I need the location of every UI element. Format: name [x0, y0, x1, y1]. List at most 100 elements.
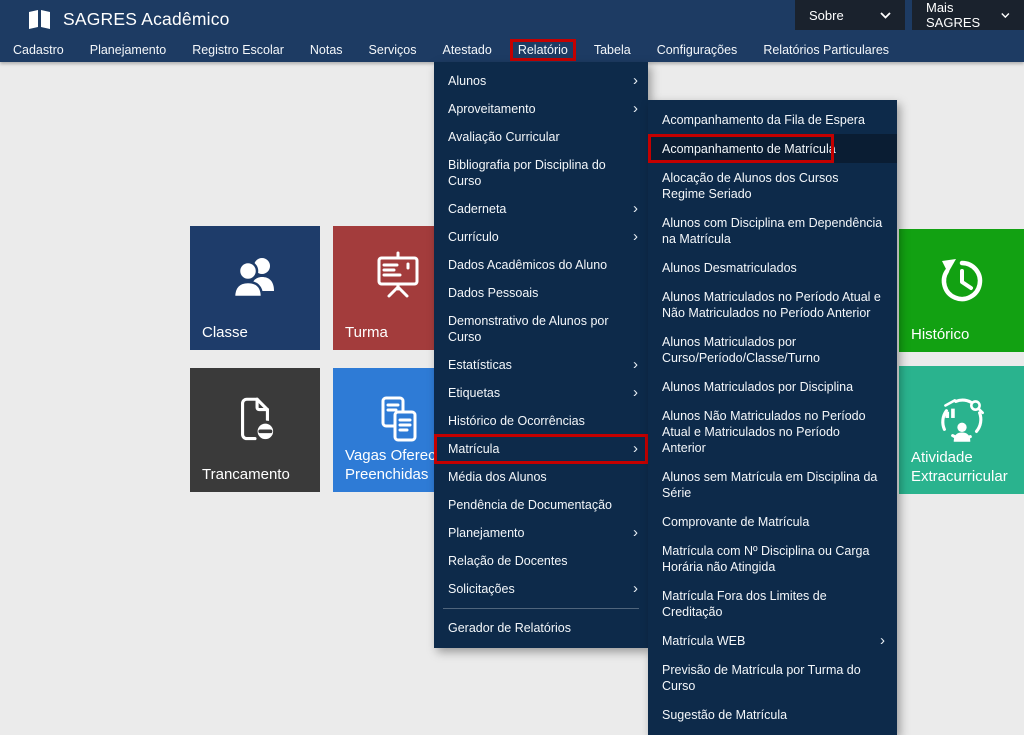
menu-item-label: Alunos Matriculados por Curso/Período/Cl…: [662, 334, 885, 366]
submenu-item-alunos-disciplina-dependencia[interactable]: Alunos com Disciplina em Dependência na …: [648, 208, 897, 253]
menu-item-avaliacao-curricular[interactable]: Avaliação Curricular: [434, 123, 648, 151]
menubar-item-label: Notas: [310, 43, 343, 57]
menu-item-aproveitamento[interactable]: Aproveitamento ›: [434, 95, 648, 123]
menu-item-estatisticas[interactable]: Estatísticas›: [434, 351, 648, 379]
menubar-item-tabela[interactable]: Tabela: [581, 38, 644, 62]
sobre-button[interactable]: Sobre: [795, 0, 905, 30]
menu-item-label: Alunos Desmatriculados: [662, 260, 885, 276]
menu-item-label: Currículo: [448, 229, 625, 245]
menubar-item-notas[interactable]: Notas: [297, 38, 356, 62]
chevron-right-icon: ›: [633, 201, 638, 216]
menu-item-label: Alunos sem Matrícula em Disciplina da Sé…: [662, 469, 885, 501]
document-minus-icon: [226, 392, 284, 450]
menu-item-label: Alocação de Alunos dos Cursos Regime Ser…: [662, 170, 885, 202]
menu-item-label: Alunos: [448, 73, 625, 89]
people-icon: [226, 250, 284, 306]
open-book-logo-icon: [27, 9, 52, 30]
menu-item-dados-academicos[interactable]: Dados Acadêmicos do Aluno: [434, 251, 648, 279]
menu-item-label: Matrícula WEB: [662, 633, 872, 649]
menu-item-label: Alunos Matriculados no Período Atual e N…: [662, 289, 885, 321]
menubar-item-relatorio[interactable]: Relatório: [505, 38, 581, 62]
menubar-item-label: Tabela: [594, 43, 631, 57]
menu-item-label: Gerador de Relatórios: [448, 620, 638, 636]
tile-label: Atividade Extracurricular: [911, 448, 1024, 486]
chevron-right-icon: ›: [633, 525, 638, 540]
menu-item-media-alunos[interactable]: Média dos Alunos: [434, 463, 648, 491]
menu-item-demonstrativo[interactable]: Demonstrativo de Alunos por Curso: [434, 307, 648, 351]
submenu-item-alunos-nao-matriculados-atual-anterior[interactable]: Alunos Não Matriculados no Período Atual…: [648, 401, 897, 462]
submenu-item-matricula-num-disciplina-carga-horaria[interactable]: Matrícula com Nº Disciplina ou Carga Hor…: [648, 536, 897, 581]
submenu-item-alunos-desmatriculados[interactable]: Alunos Desmatriculados: [648, 253, 897, 282]
menu-item-label: Previsão de Matrícula por Turma do Curso: [662, 662, 885, 694]
menu-item-dados-pessoais[interactable]: Dados Pessoais: [434, 279, 648, 307]
menu-item-solicitacoes[interactable]: Solicitações›: [434, 575, 648, 603]
menu-item-label: Comprovante de Matrícula: [662, 514, 885, 530]
menu-item-relacao-docentes[interactable]: Relação de Docentes: [434, 547, 648, 575]
menubar-item-cadastro[interactable]: Cadastro: [0, 38, 77, 62]
menu-item-caderneta[interactable]: Caderneta ›: [434, 195, 648, 223]
chevron-right-icon: ›: [633, 101, 638, 116]
menu-item-planejamento[interactable]: Planejamento ›: [434, 519, 648, 547]
menu-item-etiquetas[interactable]: Etiquetas›: [434, 379, 648, 407]
tile-classe[interactable]: Classe: [190, 226, 320, 350]
menu-item-historico-ocorrencias[interactable]: Histórico de Ocorrências: [434, 407, 648, 435]
menubar-item-configuracoes[interactable]: Configurações: [644, 38, 751, 62]
submenu-item-alunos-matriculados-curso-periodo-classe-turno[interactable]: Alunos Matriculados por Curso/Período/Cl…: [648, 327, 897, 372]
menubar-item-relatorios-particulares[interactable]: Relatórios Particulares: [750, 38, 902, 62]
menu-item-label: Alunos Não Matriculados no Período Atual…: [662, 408, 885, 456]
menu-item-label: Acompanhamento de Matrícula: [662, 141, 885, 157]
menu-item-gerador-relatorios[interactable]: Gerador de Relatórios: [434, 614, 648, 642]
menubar-item-label: Atestado: [442, 43, 491, 57]
submenu-item-alocacao-alunos-regime-seriado[interactable]: Alocação de Alunos dos Cursos Regime Ser…: [648, 163, 897, 208]
menu-item-label: Planejamento: [448, 525, 625, 541]
menu-item-curriculo[interactable]: Currículo›: [434, 223, 648, 251]
menu-item-label: Matrícula: [448, 441, 625, 457]
menu-item-label: Caderneta: [448, 201, 625, 217]
menubar-item-planejamento[interactable]: Planejamento: [77, 38, 179, 62]
menubar-item-atestado[interactable]: Atestado: [429, 38, 504, 62]
menubar-item-label: Configurações: [657, 43, 738, 57]
tile-historico[interactable]: Histórico: [899, 229, 1024, 352]
sobre-button-label: Sobre: [809, 8, 844, 23]
submenu-item-alunos-matriculados-atual-nao-anterior[interactable]: Alunos Matriculados no Período Atual e N…: [648, 282, 897, 327]
tile-atividade-extracurricular[interactable]: Atividade Extracurricular: [899, 366, 1024, 494]
submenu-item-matricula-fora-limites-creditacao[interactable]: Matrícula Fora dos Limites de Creditação: [648, 581, 897, 626]
menu-item-label: Média dos Alunos: [448, 469, 638, 485]
submenu-item-acompanhamento-fila-espera[interactable]: Acompanhamento da Fila de Espera: [648, 105, 897, 134]
menu-item-label: Dados Pessoais: [448, 285, 638, 301]
menubar-item-label: Planejamento: [90, 43, 166, 57]
tile-trancamento[interactable]: Trancamento: [190, 368, 320, 492]
submenu-item-matricula-web[interactable]: Matrícula WEB›: [648, 626, 897, 655]
menu-item-label: Alunos Matriculados por Disciplina: [662, 379, 885, 395]
menu-item-matricula[interactable]: Matrícula ›: [434, 435, 648, 463]
chevron-right-icon: ›: [633, 385, 638, 400]
menu-item-label: Demonstrativo de Alunos por Curso: [448, 313, 638, 345]
matricula-submenu: Acompanhamento da Fila de Espera Acompan…: [648, 100, 897, 735]
menubar-item-label: Serviços: [369, 43, 417, 57]
menu-item-pendencia-documentacao[interactable]: Pendência de Documentação: [434, 491, 648, 519]
menu-item-label: Avaliação Curricular: [448, 129, 638, 145]
menu-item-label: Dados Acadêmicos do Aluno: [448, 257, 638, 273]
menubar-item-registro-escolar[interactable]: Registro Escolar: [179, 38, 297, 62]
documents-icon: [369, 392, 427, 448]
history-clock-icon: [933, 253, 991, 309]
menu-item-label: Acompanhamento da Fila de Espera: [662, 112, 885, 128]
menubar-item-label: Relatórios Particulares: [763, 43, 889, 57]
tile-label: Classe: [202, 323, 320, 342]
menu-item-alunos[interactable]: Alunos›: [434, 67, 648, 95]
tile-label: Trancamento: [202, 465, 320, 484]
menubar-item-servicos[interactable]: Serviços: [356, 38, 430, 62]
submenu-item-previsao-matricula-turma-curso[interactable]: Previsão de Matrícula por Turma do Curso: [648, 655, 897, 700]
submenu-item-acompanhamento-matricula[interactable]: Acompanhamento de Matrícula: [648, 134, 897, 163]
submenu-item-sugestao-matricula[interactable]: Sugestão de Matrícula: [648, 700, 897, 729]
mais-sagres-button[interactable]: Mais SAGRES: [912, 0, 1024, 30]
menu-item-label: Pendência de Documentação: [448, 497, 638, 513]
submenu-item-alunos-matriculados-disciplina[interactable]: Alunos Matriculados por Disciplina: [648, 372, 897, 401]
menu-item-label: Solicitações: [448, 581, 625, 597]
submenu-item-alunos-sem-matricula-serie[interactable]: Alunos sem Matrícula em Disciplina da Sé…: [648, 462, 897, 507]
menu-item-bibliografia[interactable]: Bibliografia por Disciplina do Curso: [434, 151, 648, 195]
submenu-item-comprovante-matricula[interactable]: Comprovante de Matrícula: [648, 507, 897, 536]
menu-item-label: Aproveitamento: [448, 101, 625, 117]
chevron-down-icon: [1001, 12, 1010, 19]
chevron-right-icon: ›: [633, 357, 638, 372]
